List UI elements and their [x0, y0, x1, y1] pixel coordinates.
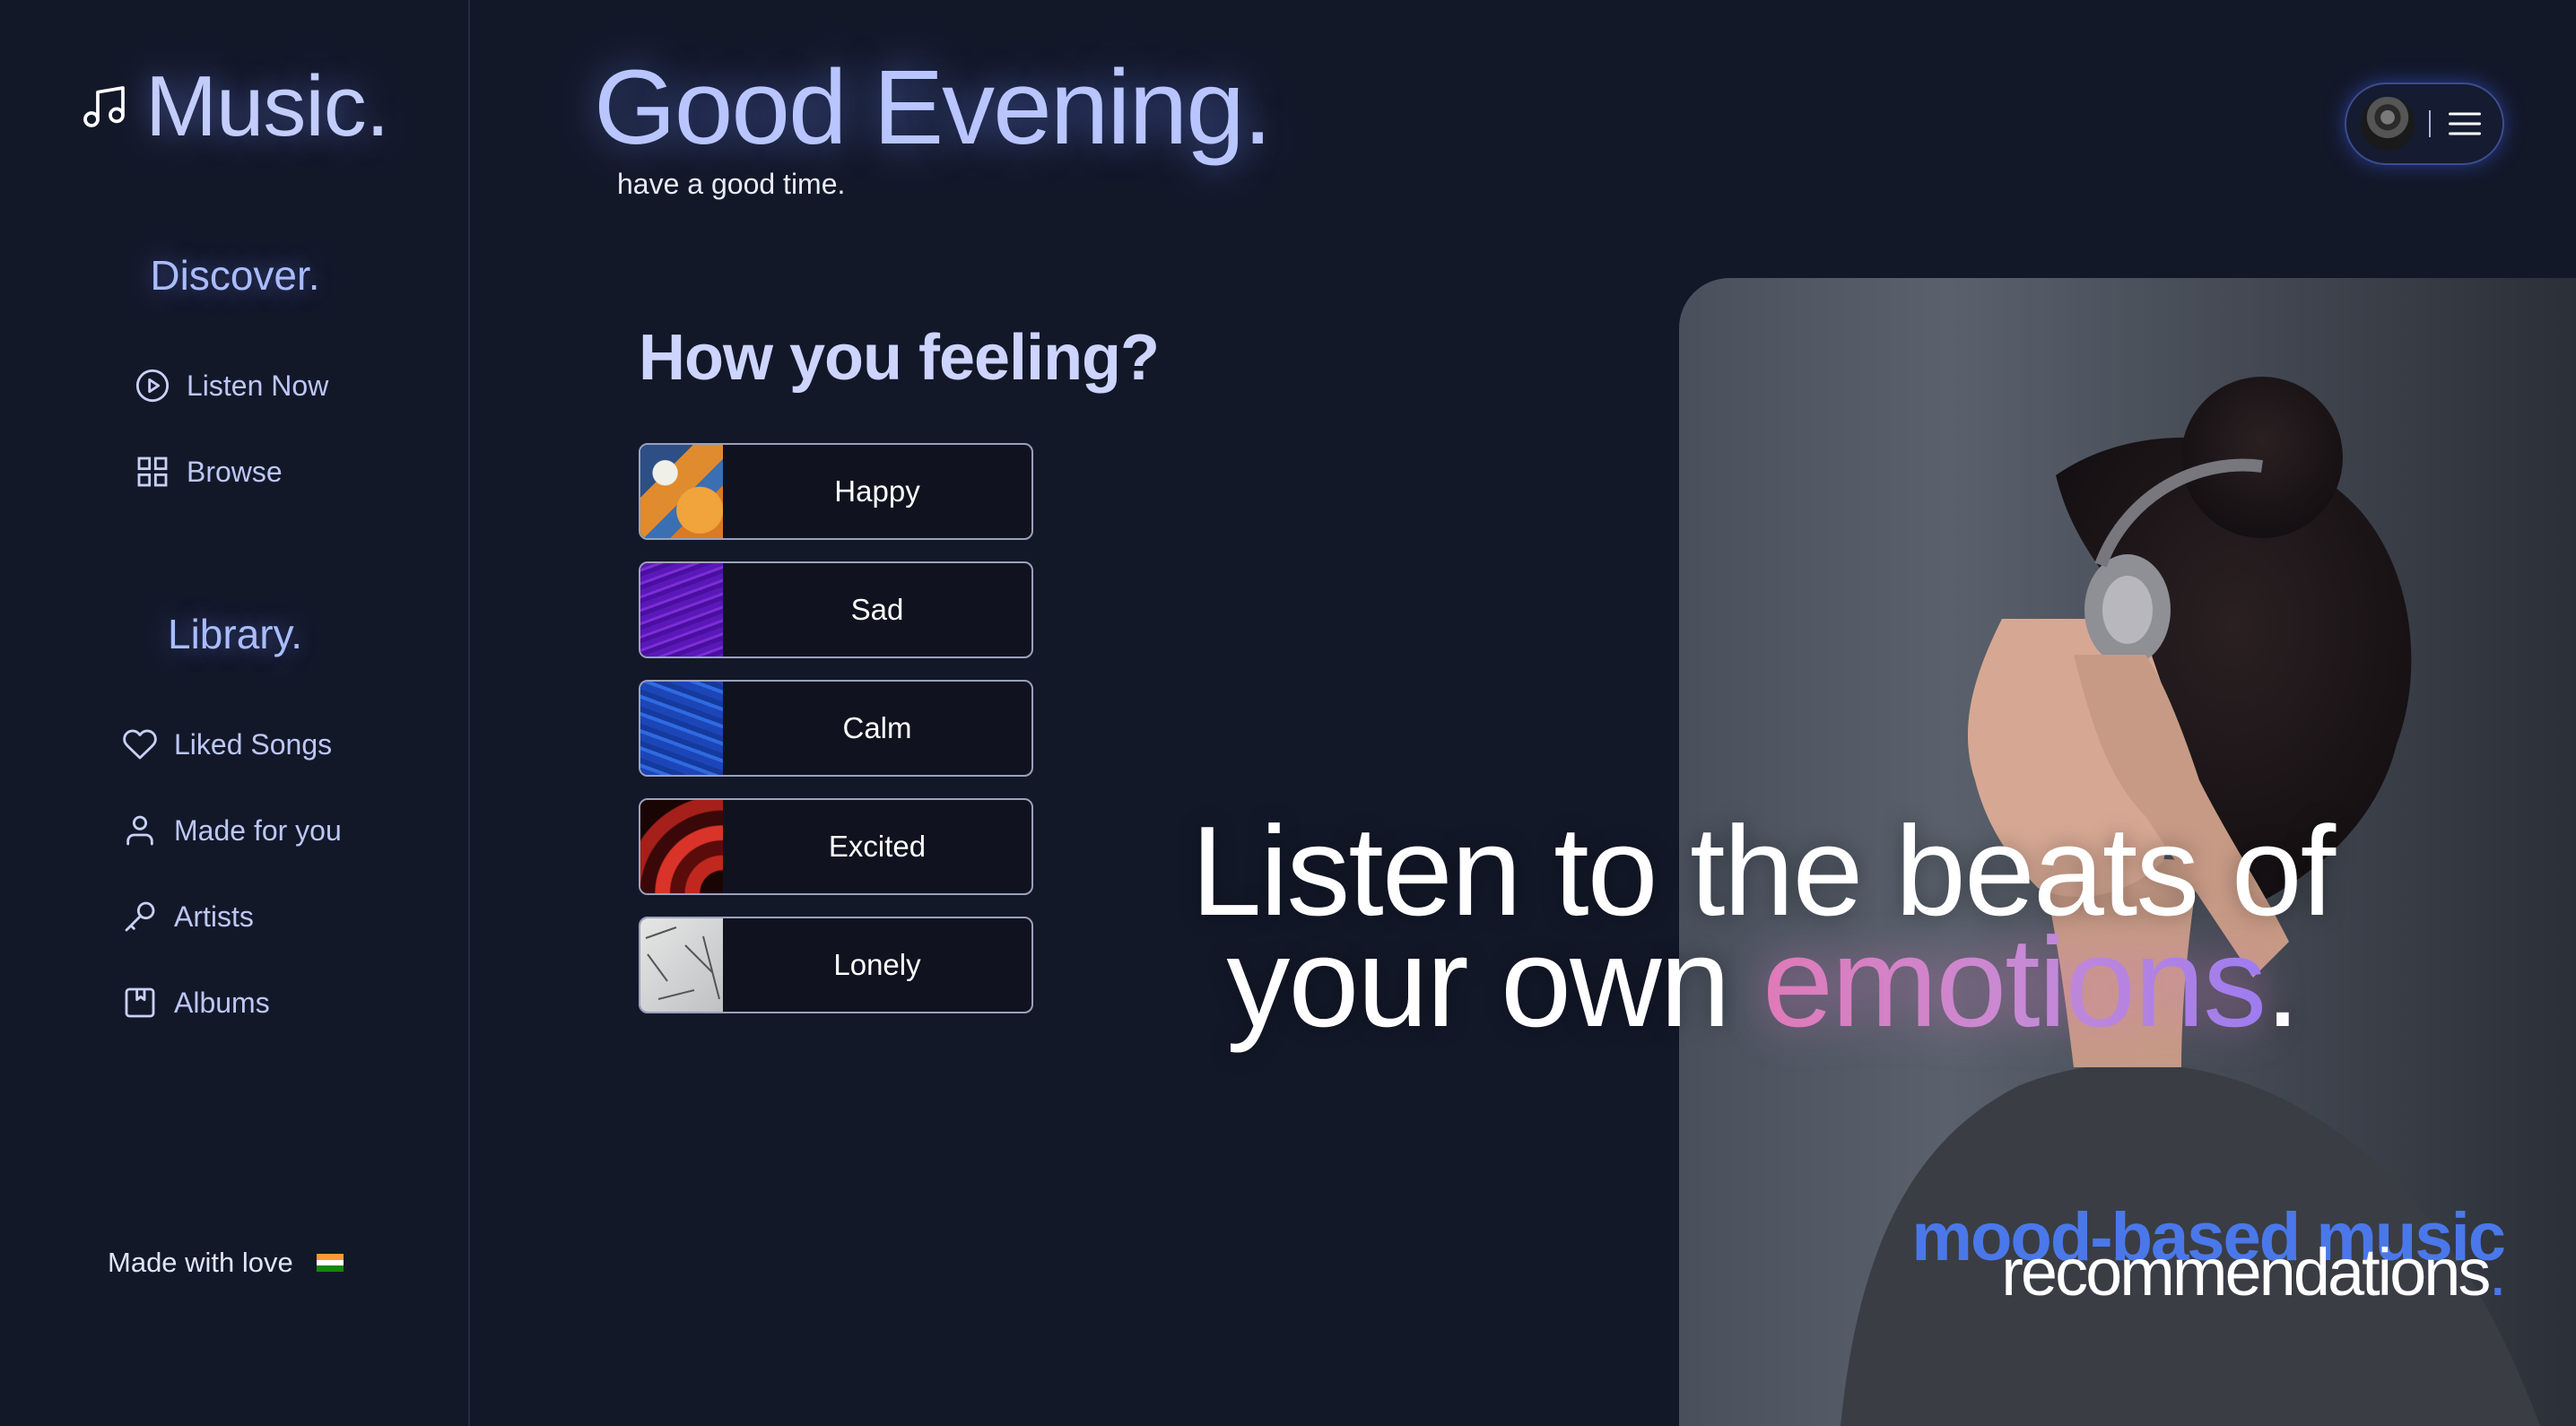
album-icon [122, 985, 158, 1021]
tagline-bottom-text: recommendations [2001, 1235, 2491, 1309]
microphone-icon [122, 899, 158, 935]
sidebar-item-label: Listen Now [187, 369, 329, 402]
brand-title: Music. [145, 58, 389, 154]
footer-text: Made with love [108, 1247, 293, 1278]
sidebar-item-label: Albums [174, 986, 270, 1019]
sidebar-item-listen-now[interactable]: Listen Now [135, 368, 328, 404]
tagline-dot: . [2488, 1235, 2506, 1309]
mood-option-excited[interactable]: Excited [639, 798, 1033, 895]
sidebar-item-label: Liked Songs [174, 727, 333, 761]
greeting-title: Good Evening. [594, 48, 1273, 167]
mood-thumbnail [640, 445, 723, 538]
mood-thumbnail [640, 563, 723, 656]
music-note-icon [79, 82, 129, 132]
mood-label: Lonely [833, 948, 921, 981]
grid-icon [135, 454, 170, 490]
mood-option-lonely[interactable]: Lonely [639, 917, 1033, 1013]
sidebar-item-browse[interactable]: Browse [135, 454, 283, 490]
mood-option-happy[interactable]: Happy [639, 443, 1033, 540]
hero-headline-line2: your own emotions. [1175, 919, 2350, 1047]
sidebar-item-albums[interactable]: Albums [122, 985, 270, 1021]
hero-headline-suffix: . [2265, 911, 2300, 1054]
sidebar-item-made-for-you[interactable]: Made for you [122, 813, 342, 848]
mood-heading: How you feeling? [639, 322, 1160, 394]
sidebar-item-label: Browse [187, 455, 283, 488]
hamburger-menu-icon[interactable] [2445, 104, 2485, 143]
sidebar-item-liked-songs[interactable]: Liked Songs [122, 726, 332, 762]
mood-option-sad[interactable]: Sad [639, 561, 1033, 658]
sidebar: Music. Discover. Listen Now Browse Libra… [0, 0, 470, 1426]
india-flag-icon [316, 1254, 344, 1273]
brand-logo[interactable]: Music. [79, 57, 389, 156]
mood-label: Excited [828, 830, 927, 863]
tagline-bottom: recommendations. [2001, 1234, 2507, 1310]
play-circle-icon [135, 368, 170, 404]
user-icon [122, 813, 158, 848]
mood-label: Sad [850, 593, 904, 626]
mood-thumbnail [640, 800, 723, 893]
sidebar-item-label: Artists [174, 900, 254, 933]
avatar[interactable] [2361, 97, 2415, 151]
hero-headline-highlight: emotions [1762, 911, 2267, 1054]
hero-headline-prefix: your own [1226, 911, 1762, 1054]
greeting-subtitle: have a good time. [617, 168, 846, 200]
pill-divider [2429, 110, 2431, 137]
mood-thumbnail [640, 918, 723, 1012]
heart-icon [122, 726, 158, 762]
mood-thumbnail [640, 682, 723, 775]
mood-label: Calm [842, 711, 912, 744]
mood-label: Happy [834, 474, 920, 508]
library-heading: Library. [168, 611, 302, 657]
sidebar-item-label: Made for you [174, 813, 342, 847]
sidebar-footer: Made with love [108, 1247, 344, 1279]
profile-menu-button[interactable] [2345, 83, 2504, 165]
hero-headline: Listen to the beats of your own emotions… [1175, 808, 2350, 1047]
discover-heading: Discover. [150, 252, 320, 299]
sidebar-item-artists[interactable]: Artists [122, 899, 254, 935]
mood-option-calm[interactable]: Calm [639, 680, 1033, 777]
